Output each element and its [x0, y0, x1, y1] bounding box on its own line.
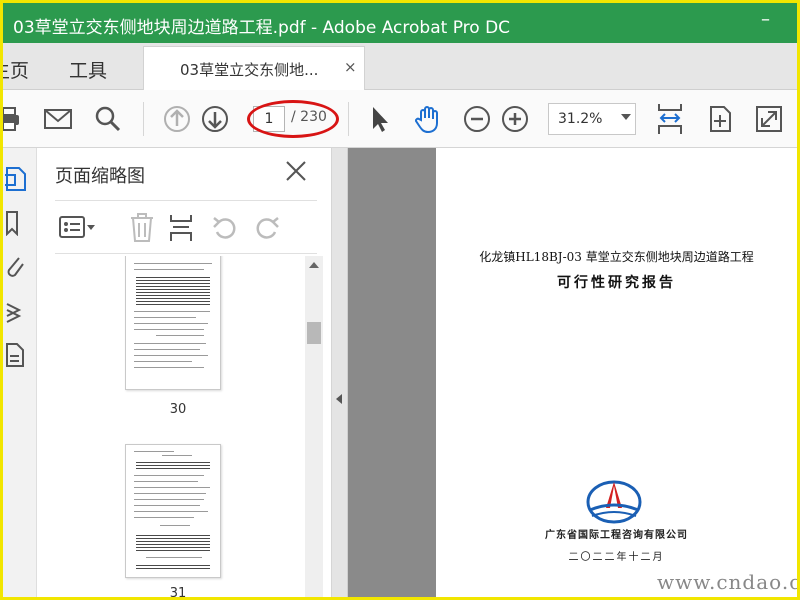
rotate-left-icon[interactable] [211, 214, 239, 242]
collapse-panel-icon[interactable] [336, 394, 342, 404]
delete-icon[interactable] [129, 213, 155, 243]
hand-tool-icon[interactable] [413, 104, 443, 134]
document-icon[interactable] [5, 342, 27, 368]
toolbar: 1 / 230 31.2% [3, 90, 797, 148]
corner-watermark: www.cndao.com [657, 570, 800, 594]
zoom-out-icon[interactable] [462, 104, 492, 134]
page-thumbnails-panel: 页面缩略图 30 31 [37, 148, 332, 600]
organization-name: 广东省国际工程咨询有限公司 [545, 530, 688, 541]
thumbnail-list: 30 31 [55, 256, 323, 600]
tab-document[interactable]: 03草堂立交东侧地... × [143, 46, 365, 90]
chevron-down-icon [621, 114, 631, 120]
options-menu-icon[interactable] [59, 215, 97, 241]
page-thumbnails-icon[interactable] [5, 166, 27, 192]
thumbnail-page-number: 30 [169, 402, 187, 417]
company-logo [586, 480, 642, 524]
highlight-oval [247, 100, 339, 138]
minimize-button[interactable]: – [761, 9, 770, 30]
panel-title: 页面缩略图 [55, 166, 145, 187]
insert-page-icon[interactable] [169, 213, 195, 243]
panel-toolbar [55, 200, 317, 254]
email-icon[interactable] [43, 104, 73, 134]
full-screen-icon[interactable] [754, 104, 784, 134]
document-subheading: 可行性研究报告 [557, 275, 676, 291]
left-rail [3, 148, 37, 597]
document-heading: 化龙镇HL18BJ-03 草堂立交东侧地块周边道路工程 [479, 250, 754, 264]
tab-close-button[interactable]: × [344, 58, 357, 76]
thumbnail-page-31[interactable] [125, 444, 221, 578]
attachment-icon[interactable] [5, 254, 27, 280]
close-icon[interactable] [285, 160, 307, 182]
fit-width-icon[interactable] [655, 102, 685, 136]
thumbnail-page-30[interactable] [125, 256, 221, 390]
tab-tools[interactable]: 工具 [69, 56, 107, 83]
zoom-value: 31.2% [558, 111, 603, 127]
document-date: 二〇二二年十二月 [568, 552, 665, 563]
title-bar: 03草堂立交东侧地块周边道路工程.pdf - Adobe Acrobat Pro… [3, 3, 797, 43]
scroll-up-icon[interactable] [309, 262, 319, 268]
next-page-icon[interactable] [200, 104, 230, 134]
print-icon[interactable] [0, 104, 27, 134]
tab-document-label: 03草堂立交东侧地... [180, 61, 319, 79]
document-page: 化龙镇HL18BJ-03 草堂立交东侧地块周边道路工程 可行性研究报告 广东省国… [436, 148, 797, 597]
scrollbar-thumb[interactable] [307, 322, 321, 344]
zoom-in-icon[interactable] [500, 104, 530, 134]
thumbnail-scrollbar[interactable] [305, 256, 323, 597]
zoom-dropdown[interactable]: 31.2% [548, 103, 636, 135]
document-view[interactable]: 化龙镇HL18BJ-03 草堂立交东侧地块周边道路工程 可行性研究报告 广东省国… [348, 148, 797, 597]
window-title: 03草堂立交东侧地块周边道路工程.pdf - Adobe Acrobat Pro… [13, 18, 511, 38]
toolbar-separator [348, 102, 349, 136]
window-frame: 03草堂立交东侧地块周边道路工程.pdf - Adobe Acrobat Pro… [0, 0, 800, 600]
thumbnail-page-number: 31 [169, 586, 187, 600]
rotate-right-icon[interactable] [253, 214, 281, 242]
rotate-view-icon[interactable] [705, 104, 735, 134]
select-cursor-icon[interactable] [365, 104, 395, 134]
bookmark-icon[interactable] [5, 210, 25, 236]
previous-page-icon[interactable] [162, 104, 192, 134]
search-icon[interactable] [93, 104, 123, 134]
tab-bar: 主页 工具 03草堂立交东侧地... × [3, 43, 797, 90]
panel-splitter[interactable] [332, 148, 348, 597]
toolbar-separator [143, 102, 144, 136]
tab-home[interactable]: 主页 [3, 56, 29, 83]
layers-icon[interactable] [5, 298, 27, 324]
